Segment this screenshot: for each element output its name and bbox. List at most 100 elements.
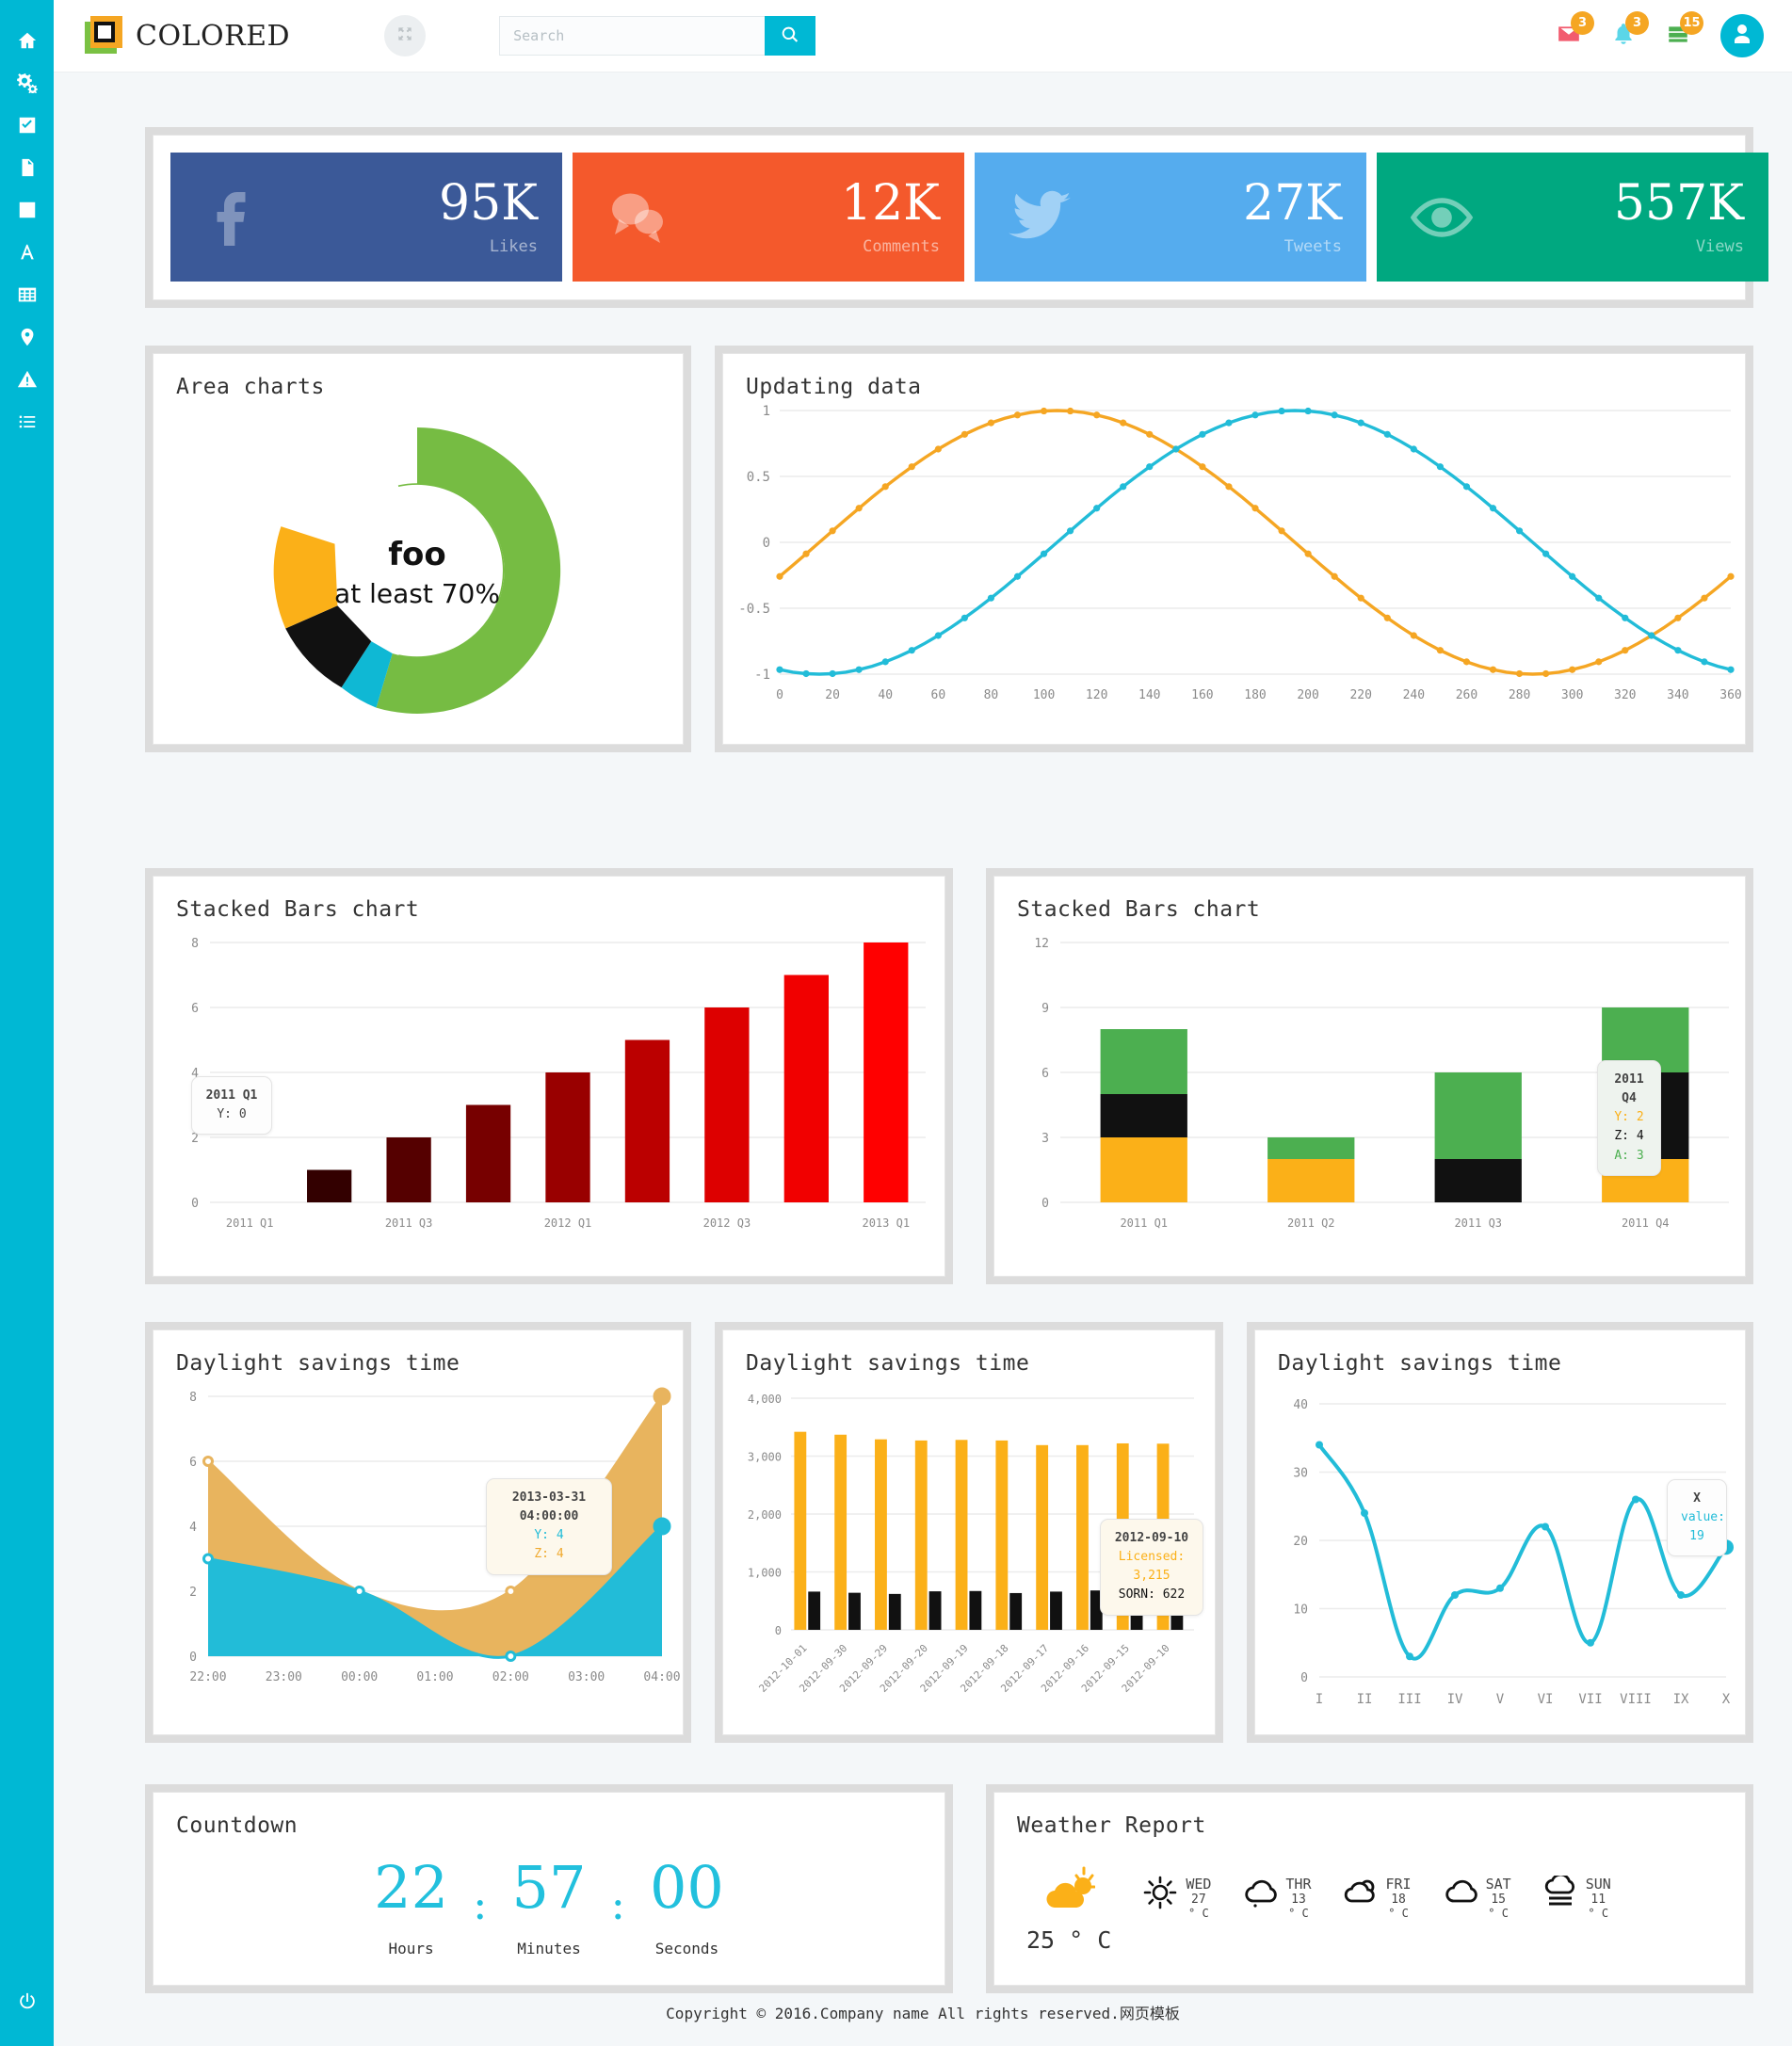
font-icon <box>17 242 38 266</box>
tooltip-title: 2011 Q1 <box>205 1088 258 1103</box>
sidebar-item-list[interactable] <box>0 402 54 444</box>
tooltip-row: Y: 4 <box>534 1528 564 1543</box>
sidebar <box>0 0 54 2046</box>
countdown-timer: 22 Hours : 57 Minutes : 00 Seconds <box>153 1853 944 1958</box>
donut-chart[interactable]: foo at least 70% <box>153 396 681 754</box>
panel-title: Countdown <box>176 1813 299 1838</box>
svg-text:0: 0 <box>189 1651 197 1665</box>
svg-text:300: 300 <box>1561 688 1583 702</box>
search-button[interactable] <box>765 16 816 56</box>
notifications-button[interactable]: 3 <box>1611 11 1649 50</box>
chart-tooltip: 2013-03-31 04:00:00 Y: 4 Z: 4 <box>486 1478 612 1575</box>
map-marker-icon <box>17 327 38 351</box>
stats-row: 95K Likes 12K Comments 27K Tweets 557K V… <box>170 153 1768 282</box>
weather-day-unit: ° C <box>1488 1907 1509 1920</box>
countdown-hours: 22 Hours <box>374 1859 448 1958</box>
list-icon <box>17 411 38 436</box>
sidebar-item-alerts[interactable] <box>0 360 54 402</box>
logo[interactable]: COLORED <box>79 14 290 57</box>
sidebar-toggle-button[interactable] <box>384 15 427 56</box>
tooltip-title: 2011 Q4 <box>1614 1072 1644 1106</box>
updating-data-chart[interactable]: -1 -0.5 0 0.5 1 0 20 40 60 80 100 120 140 160 180 200 22… <box>723 394 1745 742</box>
messages-button[interactable]: 3 <box>1557 11 1594 50</box>
tooltip-row: Z: 4 <box>1614 1129 1644 1144</box>
svg-text:180: 180 <box>1244 688 1266 702</box>
countdown-separator: : <box>473 1877 488 1929</box>
weather-day-thr: THR 13 ° C <box>1243 1876 1312 1920</box>
sun-icon <box>1143 1876 1177 1913</box>
fog-icon <box>1543 1873 1577 1913</box>
sidebar-item-typography[interactable] <box>0 233 54 275</box>
weather-panel: Weather Report 25 ° C WED 27 ° C THR 13 … <box>986 1784 1753 1993</box>
sidebar-item-pages[interactable] <box>0 148 54 190</box>
svg-text:120: 120 <box>1086 688 1107 702</box>
svg-text:22:00: 22:00 <box>189 1670 226 1684</box>
sidebar-item-charts[interactable] <box>0 190 54 233</box>
svg-text:2011 Q2: 2011 Q2 <box>1287 1216 1335 1230</box>
svg-text:1,000: 1,000 <box>748 1567 782 1580</box>
power-off-icon[interactable] <box>17 1980 38 2022</box>
svg-text:2011 Q3: 2011 Q3 <box>1454 1216 1502 1230</box>
footer: Copyright © 2016.Company name All rights… <box>54 1978 1792 2046</box>
tasks-button[interactable]: 15 <box>1666 11 1703 50</box>
weather-day-sat: SAT 15 ° C <box>1444 1876 1511 1920</box>
svg-text:9: 9 <box>1041 1002 1049 1016</box>
stat-tile-likes[interactable]: 95K Likes <box>170 153 562 282</box>
weather-day-temp: 15 <box>1491 1893 1506 1907</box>
svg-text:00:00: 00:00 <box>341 1670 378 1684</box>
svg-text:IX: IX <box>1673 1692 1689 1707</box>
countdown-minutes-label: Minutes <box>517 1940 581 1957</box>
bar-chart-icon <box>17 200 38 224</box>
svg-text:2013 Q1: 2013 Q1 <box>862 1216 910 1230</box>
stat-tile-views[interactable]: 557K Views <box>1377 153 1768 282</box>
stat-tile-comments[interactable]: 12K Comments <box>573 153 964 282</box>
sidebar-item-maps[interactable] <box>0 317 54 360</box>
main-content: 95K Likes 12K Comments 27K Tweets 557K V… <box>54 72 1792 2046</box>
sidebar-item-tasks[interactable] <box>0 105 54 148</box>
svg-text:3: 3 <box>1041 1132 1049 1146</box>
countdown-hours-label: Hours <box>388 1940 434 1957</box>
stat-value: 12K <box>840 174 940 232</box>
countdown-seconds-value: 00 <box>649 1853 724 1922</box>
svg-text:2011 Q4: 2011 Q4 <box>1622 1216 1670 1230</box>
svg-text:-1: -1 <box>754 668 770 683</box>
chart-tooltip: 2011 Q1 Y: 0 <box>191 1076 272 1136</box>
gears-icon <box>16 72 38 97</box>
svg-text:100: 100 <box>1033 688 1055 702</box>
search-input[interactable] <box>499 16 766 56</box>
stat-label: Views <box>1695 236 1744 256</box>
dst-line-chart[interactable]: 010203040I II III IV V VI VII VIII IX X <box>1255 1376 1745 1738</box>
svg-text:20: 20 <box>1293 1535 1308 1549</box>
svg-text:0: 0 <box>1300 1671 1308 1685</box>
avatar[interactable] <box>1720 14 1764 57</box>
svg-text:320: 320 <box>1614 688 1636 702</box>
svg-text:30: 30 <box>1293 1467 1308 1481</box>
panel-title: Stacked Bars chart <box>1017 897 1261 922</box>
stacked-left-chart[interactable]: 024682011 Q1 2011 Q3 2012 Q1 2012 Q3 2013 Q1 <box>153 922 944 1280</box>
twitter-icon <box>1003 181 1076 254</box>
sidebar-logout[interactable] <box>17 1980 38 2022</box>
svg-text:160: 160 <box>1191 688 1213 702</box>
sidebar-item-settings[interactable] <box>0 63 54 105</box>
svg-text:2012 Q3: 2012 Q3 <box>703 1216 751 1230</box>
table-icon <box>17 284 38 309</box>
stat-value: 557K <box>1613 174 1744 232</box>
weather-today-temp: 25 ° C <box>1026 1926 1112 1954</box>
sidebar-item-tables[interactable] <box>0 275 54 317</box>
svg-text:02:00: 02:00 <box>492 1670 529 1684</box>
svg-text:04:00: 04:00 <box>643 1670 680 1684</box>
svg-text:VII: VII <box>1578 1692 1602 1707</box>
sun-cloud-icon <box>1042 1866 1096 1917</box>
svg-text:240: 240 <box>1403 688 1425 702</box>
weather-day-wed: WED 27 ° C <box>1143 1876 1211 1920</box>
cloud-icon <box>1243 1876 1278 1913</box>
stat-tile-tweets[interactable]: 27K Tweets <box>975 153 1366 282</box>
area-charts-panel: Area charts foo at least 70% <box>145 346 691 752</box>
sidebar-item-home[interactable] <box>0 21 54 63</box>
search-icon <box>781 25 799 47</box>
svg-text:12: 12 <box>1034 937 1049 951</box>
chart-tooltip: X value: 19 <box>1667 1479 1727 1557</box>
updating-data-panel: Updating data -1 -0.5 0 0.5 1 0 20 40 60 80 100 120… <box>715 346 1753 752</box>
weather-day-temp: 27 <box>1191 1893 1206 1907</box>
svg-text:20: 20 <box>825 688 840 702</box>
